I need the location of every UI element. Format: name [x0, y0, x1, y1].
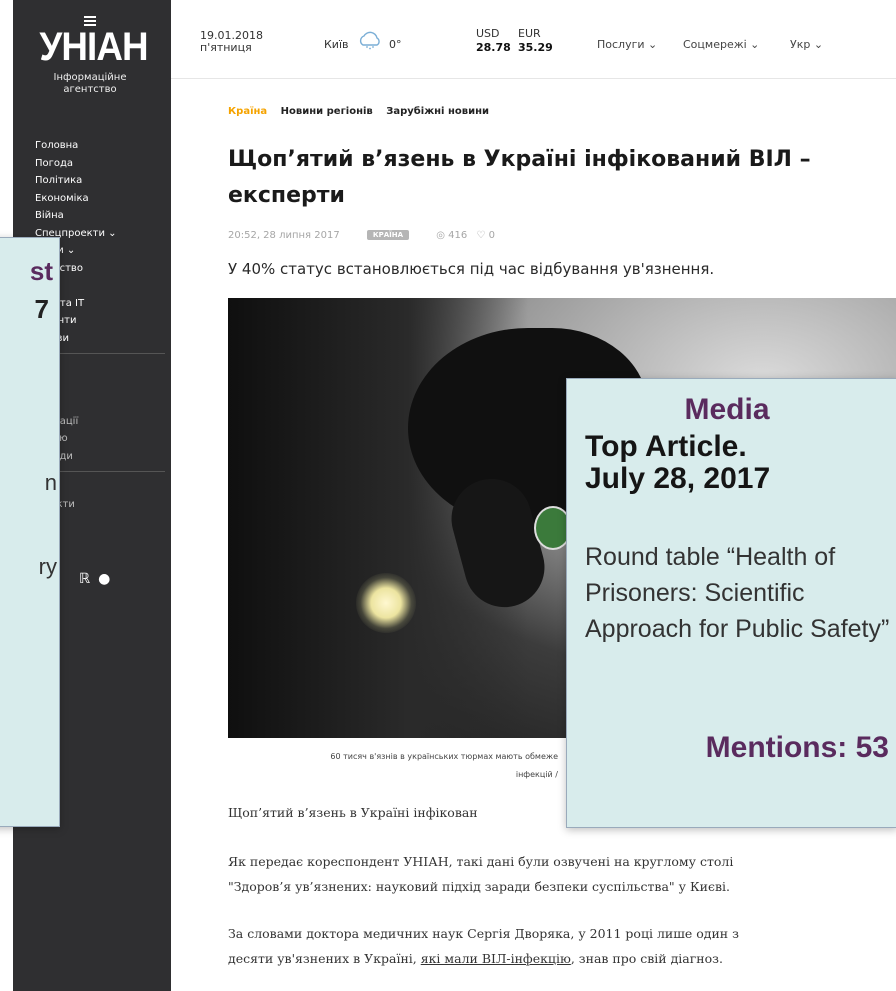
sidebar-item[interactable]: Економіка [35, 190, 165, 208]
usd-value: 28.78 [476, 41, 511, 54]
sidebar-item[interactable]: Політика [35, 172, 165, 190]
comments-count[interactable]: ♡ 0 [476, 230, 495, 241]
sidebar-item[interactable]: Головна [35, 137, 165, 155]
eur-value: 35.29 [518, 41, 553, 54]
chat-icon[interactable]: ● [98, 571, 118, 587]
article-lead: У 40% статус встановлюється під час відб… [228, 260, 715, 278]
logo[interactable]: УНІАН Інформаційне агентство [35, 14, 149, 96]
logo-subtitle: Інформаційне агентство [53, 72, 127, 95]
inline-link[interactable]: які мали ВІЛ-інфекцію [421, 951, 571, 966]
left-overlay-card: st 7 n ry [0, 237, 60, 827]
breadcrumb-active[interactable]: Країна [228, 106, 267, 117]
article-datetime: 20:52, 28 липня 2017 [228, 230, 340, 241]
cloud-icon [359, 31, 380, 50]
menu-language[interactable]: Укр ⌄ [790, 38, 823, 51]
card-heading: Media [684, 393, 770, 426]
top-bar: 19.01.2018 п'ятниця Київ 0° USD 28.78 EU… [171, 0, 896, 79]
article-paragraph: За словами доктора медичних наук Сергія … [228, 926, 739, 966]
card-heading: st [29, 256, 53, 286]
weather-city[interactable]: Київ [324, 38, 349, 51]
eur-label: EUR [518, 27, 541, 40]
rss-icon[interactable]: ℝ [79, 571, 98, 587]
media-overlay-card: Media Top Article. July 28, 2017 Round t… [566, 378, 896, 828]
photo-caption: 60 тисяч в'язнів в українських тюрмах ма… [330, 752, 558, 779]
sidebar-item[interactable]: Погода [35, 155, 165, 173]
article-meta: 20:52, 28 липня 2017 КРАЇНА ◎ 416 ♡ 0 [228, 230, 495, 241]
current-date: 19.01.2018 п'ятниця [200, 29, 263, 54]
card-subheading: Top Article. July 28, 2017 [585, 430, 771, 495]
card-text: n [44, 470, 57, 495]
mentions-count: Mentions: 53 [705, 731, 889, 764]
sidebar-item[interactable]: Війна [35, 207, 165, 225]
card-text: ry [38, 554, 57, 579]
card-subheading: 7 [34, 294, 49, 324]
logo-wordmark: УНІАН [39, 25, 148, 69]
article-title: Щоп’ятий в’язень в Україні інфікований В… [228, 147, 811, 208]
breadcrumb: Країна Новини регіонів Зарубіжні новини [228, 106, 489, 117]
weather-temp: 0° [389, 38, 402, 51]
menu-services[interactable]: Послуги ⌄ [597, 38, 657, 51]
menu-social[interactable]: Соцмережі ⌄ [683, 38, 759, 51]
views-count: ◎ 416 [436, 230, 468, 241]
social-icons: ℝ● [79, 571, 118, 587]
article-paragraph: Як передає кореспондент УНІАН, такі дані… [228, 854, 734, 894]
breadcrumb-item[interactable]: Новини регіонів [281, 106, 373, 117]
category-tag[interactable]: КРАЇНА [366, 230, 410, 240]
usd-label: USD [476, 27, 500, 40]
card-body: Round table “Health of Prisoners: Scient… [585, 543, 890, 643]
breadcrumb-item[interactable]: Зарубіжні новини [386, 106, 489, 117]
